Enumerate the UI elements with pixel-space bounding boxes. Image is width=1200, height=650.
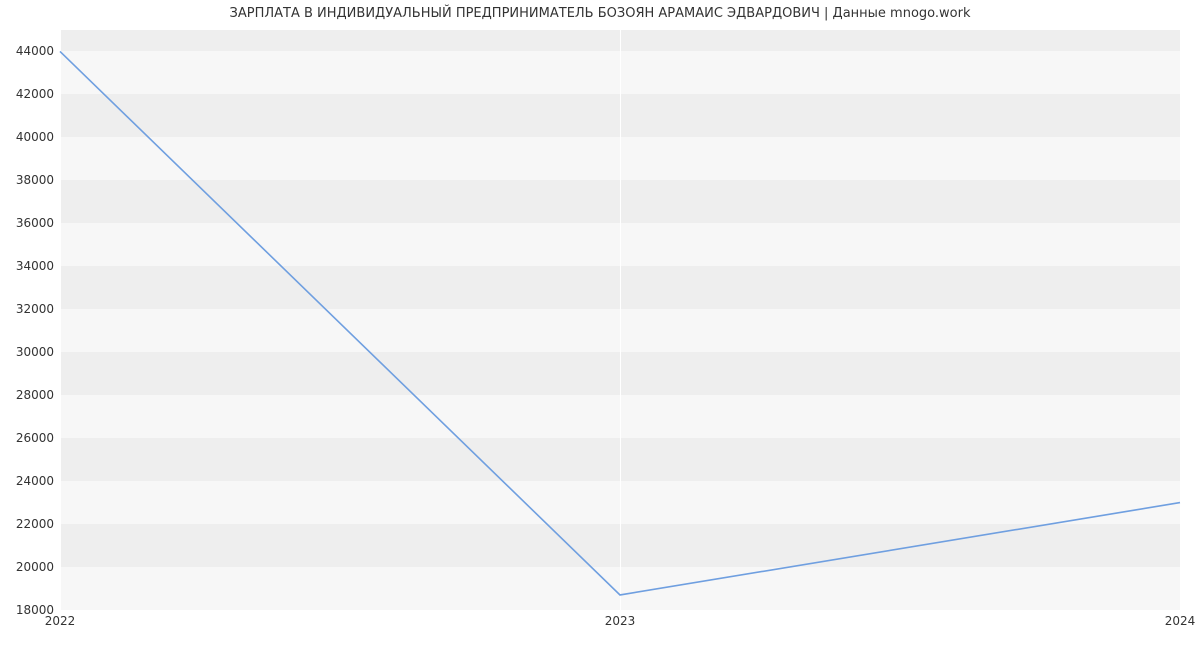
x-tick-label: 2024 (1165, 614, 1196, 628)
x-tick-label: 2023 (605, 614, 636, 628)
y-tick-label: 26000 (4, 431, 54, 445)
y-tick-label: 20000 (4, 560, 54, 574)
y-tick-label: 40000 (4, 130, 54, 144)
y-tick-label: 24000 (4, 474, 54, 488)
y-tick-label: 32000 (4, 302, 54, 316)
y-tick-label: 38000 (4, 173, 54, 187)
chart-title: ЗАРПЛАТА В ИНДИВИДУАЛЬНЫЙ ПРЕДПРИНИМАТЕЛ… (0, 6, 1200, 21)
plot-area (60, 30, 1180, 610)
y-tick-label: 30000 (4, 345, 54, 359)
y-tick-label: 34000 (4, 259, 54, 273)
data-line (60, 30, 1180, 610)
y-tick-label: 22000 (4, 517, 54, 531)
chart-container: ЗАРПЛАТА В ИНДИВИДУАЛЬНЫЙ ПРЕДПРИНИМАТЕЛ… (0, 0, 1200, 650)
x-tick-label: 2022 (45, 614, 76, 628)
y-tick-label: 36000 (4, 216, 54, 230)
y-tick-label: 42000 (4, 87, 54, 101)
y-tick-label: 28000 (4, 388, 54, 402)
y-tick-label: 44000 (4, 44, 54, 58)
